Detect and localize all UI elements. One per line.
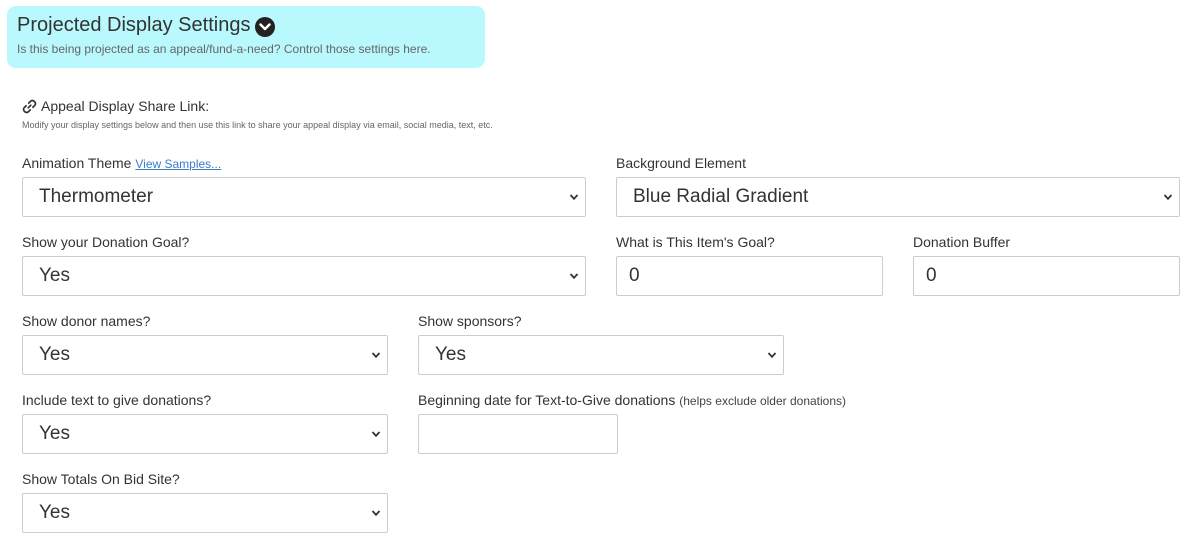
donation-buffer-value: 0 [926,265,937,286]
background-element-label: Background Element [616,155,746,171]
chevron-down-icon [569,273,579,280]
totals-on-bid-site-select[interactable]: Yes [22,493,388,533]
donation-buffer-input[interactable]: 0 [913,256,1180,296]
header-title-row: Projected Display Settings [17,14,276,37]
donor-names-select[interactable]: Yes [22,335,388,375]
donor-names-value: Yes [39,344,70,365]
share-link-title-row: Appeal Display Share Link: [22,98,209,114]
chevron-down-icon [569,194,579,201]
sponsors-value: Yes [435,344,466,365]
chevron-down-icon [767,352,777,359]
animation-theme-label: Animation Theme View Samples... [22,155,221,171]
text-to-give-select[interactable]: Yes [22,414,388,454]
text-to-give-date-hint: (helps exclude older donations) [679,394,847,408]
donation-goal-value: Yes [39,265,70,286]
donation-goal-select[interactable]: Yes [22,256,586,296]
text-to-give-label: Include text to give donations? [22,392,212,408]
chevron-circle-down-icon[interactable] [255,16,276,37]
text-to-give-date-label-text: Beginning date for Text-to-Give donation… [418,392,676,408]
animation-theme-label-text: Animation Theme [22,155,132,171]
item-goal-value: 0 [629,265,640,286]
donation-buffer-label: Donation Buffer [913,234,1011,250]
text-to-give-date-input[interactable] [418,414,618,454]
share-link-title[interactable]: Appeal Display Share Link: [41,98,209,114]
sponsors-label: Show sponsors? [418,313,522,329]
link-icon [22,99,37,113]
header-subtitle: Is this being projected as an appeal/fun… [17,42,431,56]
sponsors-select[interactable]: Yes [418,335,784,375]
projected-display-settings-header[interactable]: Projected Display Settings Is this being… [7,6,485,68]
animation-theme-value: Thermometer [39,186,154,207]
background-element-value: Blue Radial Gradient [633,186,809,207]
chevron-down-icon [371,431,381,438]
item-goal-label: What is This Item's Goal? [616,234,775,250]
view-samples-link[interactable]: View Samples... [135,157,221,171]
background-element-select[interactable]: Blue Radial Gradient [616,177,1180,217]
text-to-give-value: Yes [39,423,70,444]
donation-goal-label: Show your Donation Goal? [22,234,190,250]
header-title: Projected Display Settings [17,14,251,36]
text-to-give-date-label: Beginning date for Text-to-Give donation… [418,392,846,408]
totals-on-bid-site-value: Yes [39,502,70,523]
share-link-description: Modify your display settings below and t… [22,120,493,130]
chevron-down-icon [1163,194,1173,201]
animation-theme-select[interactable]: Thermometer [22,177,586,217]
donor-names-label: Show donor names? [22,313,151,329]
chevron-down-icon [371,510,381,517]
totals-on-bid-site-label: Show Totals On Bid Site? [22,471,180,487]
item-goal-input[interactable]: 0 [616,256,883,296]
chevron-down-icon [371,352,381,359]
